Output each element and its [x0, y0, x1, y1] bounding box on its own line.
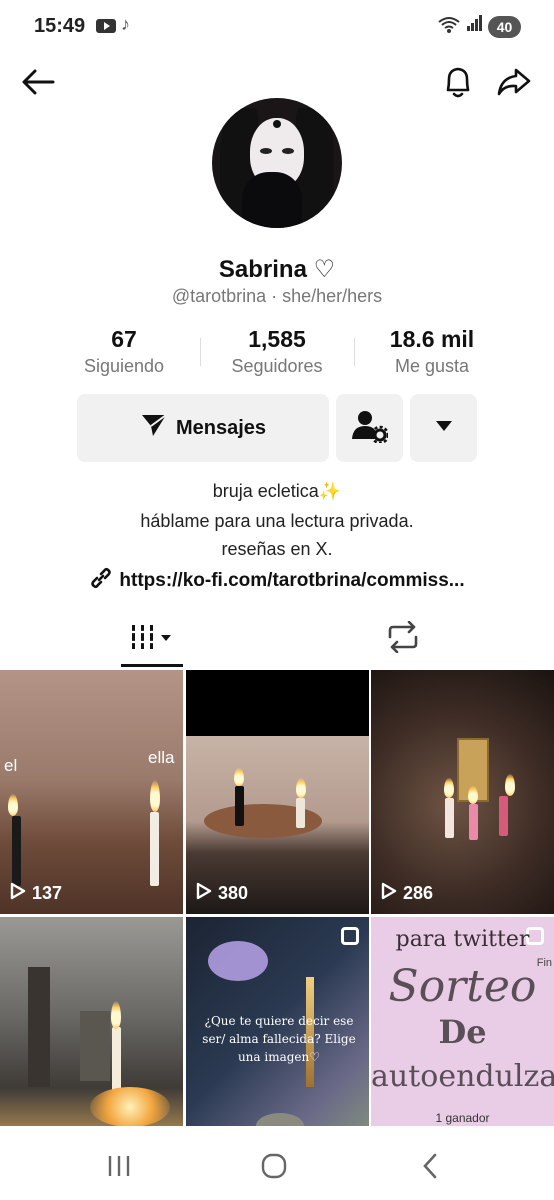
repost-icon — [386, 620, 420, 658]
video-thumbnail[interactable]: 286 — [371, 670, 554, 914]
video-caption: el — [4, 756, 18, 775]
message-button-label: Mensajes — [175, 416, 267, 439]
triangle-down-icon — [435, 419, 453, 437]
video-thumbnail[interactable]: ¿Que te quiere decir ese ser/ alma falle… — [186, 917, 369, 1130]
flame — [8, 794, 18, 816]
friend-settings-button[interactable] — [336, 394, 403, 462]
view-count-value: 380 — [218, 883, 249, 903]
stat-followers-label: Seguidores — [231, 356, 323, 376]
video-thumbnail[interactable]: 380 — [186, 670, 369, 914]
stat-likes-label: Me gusta — [394, 356, 470, 376]
tab-reposts[interactable] — [372, 614, 434, 664]
avatar-forehead-mark — [273, 120, 281, 128]
flame — [234, 768, 244, 786]
candle — [296, 798, 305, 828]
candle — [499, 796, 508, 836]
wifi-icon — [438, 16, 460, 39]
video-thumbnail[interactable] — [0, 917, 183, 1130]
flame — [444, 778, 454, 798]
send-icon — [140, 412, 168, 444]
profile-link[interactable]: https://ko-fi.com/tarotbrina/commiss... — [0, 566, 554, 596]
bio-line: reseñas en X. — [221, 539, 333, 559]
status-time: 15:49 — [34, 15, 86, 37]
back-nav-icon[interactable] — [410, 1146, 450, 1186]
tab-videos[interactable] — [121, 614, 183, 664]
video-caption: ¿Que te quiere decir ese ser/ alma falle… — [202, 1014, 356, 1064]
view-count: 380 — [196, 882, 248, 905]
link-icon — [89, 566, 113, 596]
avatar-eye-right — [282, 148, 294, 154]
signal-icon — [466, 14, 484, 37]
youtube-notification-icon — [96, 19, 116, 33]
stat-following[interactable]: 67 Siguiendo — [44, 326, 204, 377]
view-count-value: 286 — [403, 883, 434, 903]
video-thumbnail[interactable]: para twitter Fin Sorteo De autoendulzami… — [371, 917, 554, 1130]
view-count: 137 — [10, 882, 62, 905]
post-title: Sorteo — [388, 961, 537, 1012]
flame — [468, 786, 478, 804]
active-tab-indicator — [121, 664, 183, 667]
bio-line: háblame para una lectura privada. — [140, 511, 414, 531]
flower-petal — [208, 941, 268, 981]
recent-apps-icon[interactable] — [99, 1146, 139, 1186]
view-count: 286 — [381, 882, 433, 905]
profile-link-text: https://ko-fi.com/tarotbrina/commiss... — [119, 570, 465, 591]
post-title: De — [438, 1013, 487, 1051]
flame — [111, 1001, 121, 1029]
post-title: autoendulzamien — [371, 1059, 554, 1094]
system-nav-bar — [0, 1126, 554, 1200]
video-caption: ella — [148, 748, 175, 767]
profile-handle: @tarotbrina · she/her/hers — [171, 286, 383, 306]
play-icon — [196, 882, 212, 905]
flame — [150, 780, 160, 812]
stat-likes[interactable]: 18.6 mil Me gusta — [352, 326, 512, 377]
play-icon — [10, 882, 26, 905]
video-grid: el ella 137 380 286 ¿Que te quiere decir… — [0, 670, 554, 1130]
profile-name: Sabrina ♡ — [218, 256, 336, 283]
share-icon[interactable] — [494, 62, 534, 102]
stat-followers[interactable]: 1,585 Seguidores — [197, 326, 357, 377]
videos-grid-icon — [129, 623, 175, 656]
stat-followers-value: 1,585 — [248, 326, 306, 352]
post-text: 1 ganador — [435, 1111, 490, 1125]
view-count-value: 137 — [32, 883, 63, 903]
avatar-black-cat — [242, 172, 302, 228]
avatar-eye-left — [260, 148, 272, 154]
flame — [296, 778, 306, 798]
more-options-button[interactable] — [410, 394, 477, 462]
home-icon[interactable] — [254, 1146, 294, 1186]
bell-icon[interactable] — [438, 62, 478, 102]
user-settings-icon — [351, 409, 389, 448]
stat-following-label: Siguiendo — [83, 356, 165, 376]
stat-likes-value: 18.6 mil — [389, 326, 475, 352]
play-icon — [381, 882, 397, 905]
glow — [90, 1087, 170, 1127]
candle — [112, 1027, 121, 1091]
tiktok-notification-icon: ♪ — [121, 14, 130, 34]
video-thumbnail[interactable]: el ella 137 — [0, 670, 183, 914]
candle — [150, 812, 159, 886]
candle — [12, 816, 21, 886]
back-arrow-icon[interactable] — [18, 62, 58, 102]
figurine — [28, 967, 50, 1087]
battery-indicator: 40 — [488, 16, 521, 38]
jar — [80, 1011, 110, 1081]
status-bar: 15:49 ♪ 40 — [0, 0, 554, 56]
bio-line: bruja ecletica✨ — [212, 481, 342, 501]
candle — [235, 786, 244, 826]
message-button[interactable]: Mensajes — [77, 394, 329, 462]
multi-photo-icon — [341, 927, 359, 945]
avatar[interactable] — [212, 98, 342, 228]
candle — [469, 804, 478, 840]
stat-following-value: 67 — [111, 326, 137, 352]
candle — [445, 798, 454, 838]
post-text: para twitter — [395, 927, 530, 952]
flame — [505, 774, 515, 796]
